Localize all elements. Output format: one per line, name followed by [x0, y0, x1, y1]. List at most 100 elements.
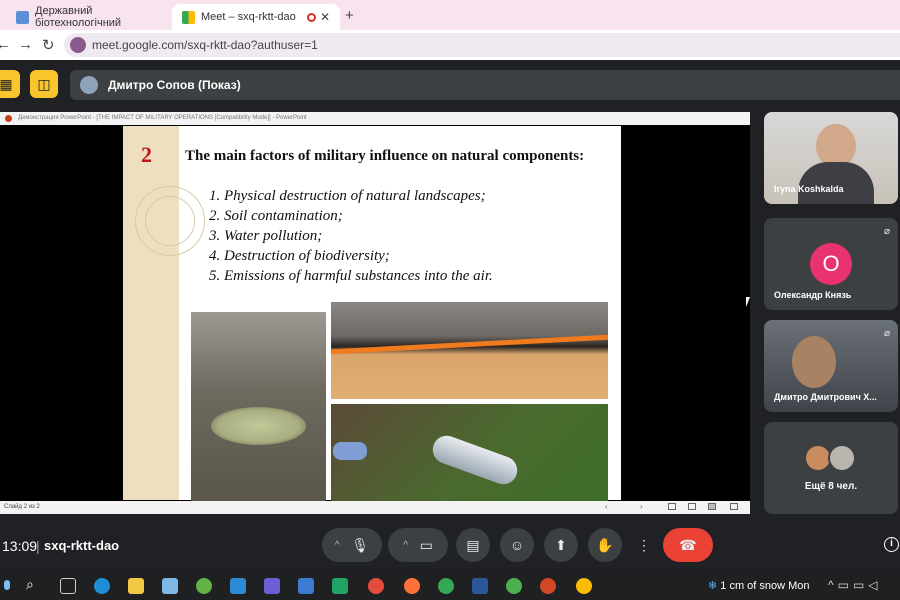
list-item: 5. Emissions of harmful substances into …	[209, 268, 493, 284]
list-item: 3. Water pollution;	[209, 228, 323, 244]
windows-start-icon[interactable]	[4, 580, 10, 590]
powerpoint-icon[interactable]	[540, 578, 556, 594]
meeting-info-icon[interactable]: i	[884, 537, 899, 552]
next-slide-icon[interactable]: ›	[640, 502, 643, 511]
prev-slide-icon[interactable]: ‹	[605, 502, 608, 511]
participant-tile[interactable]: Iryna Koshkalda	[764, 112, 898, 204]
crater-photo	[191, 312, 326, 504]
weather-widget[interactable]: ❄ 1 cm of snow Mon	[708, 579, 810, 592]
reload-icon[interactable]: ↻	[42, 36, 55, 54]
tab-title: Державний біотехнологічний	[35, 5, 122, 29]
more-participants-tile[interactable]: Ещё 8 чел.	[764, 422, 898, 514]
save-app-icon[interactable]	[264, 578, 280, 594]
participant-name: Олександр Князь	[774, 290, 852, 300]
camera-button[interactable]: ^ ▭	[388, 528, 448, 562]
slide: 2 The main factors of military influence…	[123, 126, 621, 504]
participant-body	[798, 162, 874, 204]
sorter-view-icon[interactable]	[688, 503, 696, 510]
system-tray[interactable]: ^▭▭◁	[828, 578, 882, 592]
more-options-button[interactable]: ⋮	[632, 528, 656, 562]
tab-bar: Державний біотехнологічний Meet – sxq-rk…	[0, 0, 900, 30]
ppt-window-title: Демонстрация PowerPoint - [THE IMPACT OF…	[18, 115, 307, 121]
camera-icon: ▭	[419, 536, 433, 553]
meeting-code: sxq-rktt-dao	[44, 538, 120, 553]
excel-icon[interactable]	[332, 578, 348, 594]
reading-view-icon[interactable]	[708, 503, 716, 510]
mic-button[interactable]: ^ 🎙	[322, 528, 382, 562]
captions-button[interactable]: ▤	[456, 528, 490, 562]
meet-favicon-icon	[182, 10, 195, 24]
presentation-stage: Демонстрация PowerPoint - [THE IMPACT OF…	[0, 112, 750, 514]
edge-icon[interactable]	[94, 578, 110, 594]
slideshow-view-icon[interactable]	[730, 503, 738, 510]
raise-hand-button[interactable]: ✋	[588, 528, 622, 562]
firefox-icon[interactable]	[404, 578, 420, 594]
file-explorer-icon[interactable]	[128, 578, 144, 594]
mic-off-icon: ⌀	[883, 328, 890, 339]
search-icon[interactable]: ⌕	[26, 576, 34, 593]
mouse-cursor-icon	[746, 297, 750, 307]
tab-meet[interactable]: Meet – sxq-rktt-dao ✕	[172, 4, 340, 30]
tab-title: Meet – sxq-rktt-dao	[201, 11, 296, 23]
separator: |	[36, 538, 40, 554]
ppt-status-bar: Слайд 2 из 2 ‹ ›	[0, 501, 750, 514]
ppt-title-bar: Демонстрация PowerPoint - [THE IMPACT OF…	[0, 112, 750, 125]
list-item: 2. Soil contamination;	[209, 208, 343, 224]
snowflake-icon: ❄	[708, 580, 718, 592]
emoji-icon: ☺	[509, 537, 525, 553]
presenter-banner: Дмитро Сопов (Показ)	[70, 70, 900, 100]
site-favicon-icon	[16, 10, 29, 24]
leave-call-button[interactable]: ☎	[663, 528, 713, 562]
layout-icon[interactable]: ◫	[30, 70, 58, 98]
list-item: 1. Physical destruction of natural lands…	[209, 188, 486, 204]
meeting-time: 13:09	[2, 538, 38, 554]
participant-tile[interactable]: ⌀ Дмитро Дмитрович Х...	[764, 320, 898, 412]
glove	[333, 442, 367, 460]
slide-counter: Слайд 2 из 2	[4, 504, 40, 510]
chrome-icon[interactable]	[368, 578, 384, 594]
outlook-icon[interactable]	[230, 578, 246, 594]
back-icon[interactable]: ←	[0, 36, 11, 53]
avatar	[828, 444, 856, 472]
chrome-icon[interactable]	[438, 578, 454, 594]
normal-view-icon[interactable]	[668, 503, 676, 510]
chrome-icon[interactable]	[576, 578, 592, 594]
mic-off-icon: ⌀	[883, 226, 890, 237]
chevron-up-icon[interactable]: ^	[335, 540, 340, 551]
weather-text: 1 cm of snow Mon	[720, 580, 810, 592]
present-button[interactable]: ⬆	[544, 528, 578, 562]
store-icon[interactable]	[162, 578, 178, 594]
forward-icon[interactable]: →	[18, 36, 33, 53]
screen: Державний біотехнологічний Meet – sxq-rk…	[0, 0, 900, 600]
slide-list: 1. Physical destruction of natural lands…	[209, 186, 493, 286]
avatar: О	[810, 243, 852, 285]
chevron-up-icon[interactable]: ^	[403, 540, 408, 551]
tab-biotech[interactable]: Державний біотехнологічний	[0, 4, 170, 30]
phone-hangup-icon: ☎	[679, 536, 697, 553]
word-icon[interactable]	[472, 578, 488, 594]
reactions-button[interactable]: ☺	[500, 528, 534, 562]
slide-title: The main factors of military influence o…	[185, 148, 585, 164]
munition-field-photo	[331, 404, 608, 504]
close-tab-icon[interactable]: ✕	[320, 10, 330, 24]
munition-cylinder	[428, 431, 522, 489]
more-vertical-icon: ⋮	[637, 536, 651, 553]
address-bar[interactable]: meet.google.com/sxq-rktt-dao?authuser=1	[64, 33, 900, 57]
participant-tile[interactable]: ⌀ О Олександр Князь	[764, 218, 898, 310]
fire-line	[331, 334, 608, 355]
stop-presenting-icon[interactable]: ▦	[0, 70, 20, 98]
slide-circle	[145, 196, 195, 246]
powerpoint-icon	[5, 115, 12, 122]
slide-decoration	[123, 126, 179, 500]
chrome-icon[interactable]	[506, 578, 522, 594]
task-view-icon[interactable]	[60, 578, 76, 594]
app-icon[interactable]	[298, 578, 314, 594]
crater-water	[211, 407, 306, 445]
present-screen-icon: ⬆	[555, 536, 567, 553]
site-info-icon[interactable]	[70, 37, 86, 53]
burning-field-photo	[331, 302, 608, 399]
captions-icon: ▤	[466, 536, 480, 553]
qgis-icon[interactable]	[196, 578, 212, 594]
mic-icon: 🎙	[351, 536, 370, 553]
new-tab-button[interactable]: +	[345, 7, 354, 24]
